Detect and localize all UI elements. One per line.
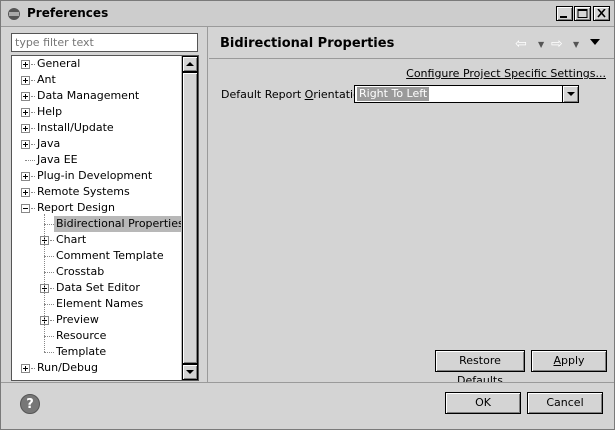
tree-item[interactable]: Plug-in Development: [12, 168, 182, 184]
scroll-thumb[interactable]: [182, 72, 198, 364]
tree-item[interactable]: Chart: [12, 232, 182, 248]
orientation-select[interactable]: Right To Left: [354, 85, 579, 103]
cancel-button[interactable]: Cancel: [527, 392, 603, 414]
tree-item[interactable]: Preview: [12, 312, 182, 328]
expand-icon[interactable]: [21, 140, 30, 149]
tree-item-label: Crosstab: [56, 265, 105, 278]
expand-icon[interactable]: [21, 76, 30, 85]
arrow-up-icon: [186, 62, 194, 66]
expand-icon[interactable]: [21, 124, 30, 133]
tree-connector: [44, 304, 54, 305]
tree-item-label: Chart: [56, 233, 87, 246]
back-dropdown-icon[interactable]: ▼: [538, 40, 544, 49]
tree-item[interactable]: Java: [12, 136, 182, 152]
tree-item-label: Java: [37, 137, 61, 150]
tree-item-label: Data Management: [37, 89, 140, 102]
close-icon: [597, 9, 606, 18]
left-pane: General Ant Data Management Help Install/Upd…: [1, 27, 208, 382]
tree-connector: [44, 214, 45, 352]
ok-button[interactable]: OK: [445, 392, 521, 414]
tree-item[interactable]: Remote Systems: [12, 184, 182, 200]
tree-connector: [44, 352, 54, 353]
window-title: Preferences: [27, 6, 109, 20]
tree-item-label: Install/Update: [37, 121, 114, 134]
chevron-down-icon[interactable]: [562, 86, 578, 102]
tree-item-label: Data Set Editor: [56, 281, 140, 294]
tree-connector: [44, 256, 54, 257]
forward-arrow-icon[interactable]: ⇨: [551, 36, 563, 52]
page-header: Bidirectional Properties ⇦ ▼ ⇨ ▼: [209, 27, 614, 59]
title-bar: Preferences: [1, 1, 614, 27]
minimize-button[interactable]: [556, 6, 573, 21]
expand-icon[interactable]: [21, 60, 30, 69]
scroll-up-button[interactable]: [182, 56, 198, 72]
filter-input[interactable]: [11, 33, 198, 52]
tree-connector: [44, 272, 54, 273]
tree-item-label: Element Names: [56, 297, 144, 310]
minimize-icon: [560, 16, 567, 18]
help-icon[interactable]: ?: [20, 394, 40, 414]
expand-icon[interactable]: [21, 364, 30, 373]
eclipse-icon: [8, 8, 20, 20]
tree-item-label: Template: [56, 345, 107, 358]
tree-item[interactable]: Bidirectional Properties: [12, 216, 186, 232]
tree-item[interactable]: Comment Template: [12, 248, 182, 264]
tree-item-label: Preview: [56, 313, 99, 326]
orientation-value: Right To Left: [357, 87, 430, 101]
tree-connector: [44, 336, 54, 337]
tree-item-label: Bidirectional Properties: [54, 216, 186, 232]
expand-icon[interactable]: [21, 92, 30, 101]
tree-item-label: Remote Systems: [37, 185, 130, 198]
forward-dropdown-icon[interactable]: ▼: [573, 40, 579, 49]
collapse-icon[interactable]: [21, 204, 30, 213]
tree-item[interactable]: Element Names: [12, 296, 182, 312]
tree-item[interactable]: Help: [12, 104, 182, 120]
back-arrow-icon[interactable]: ⇦: [515, 36, 527, 52]
tree-item-label: General: [37, 57, 81, 70]
preference-tree: General Ant Data Management Help Install/Upd…: [11, 55, 199, 381]
expand-icon[interactable]: [21, 108, 30, 117]
tree-item[interactable]: Install/Update: [12, 120, 182, 136]
tree-item-label: Run/Debug: [37, 361, 98, 374]
apply-button[interactable]: Apply: [531, 350, 607, 372]
tree-item-label: Resource: [56, 329, 107, 342]
expand-icon[interactable]: [21, 172, 30, 181]
tree-item[interactable]: Report Design: [12, 200, 182, 216]
close-button[interactable]: [593, 6, 610, 21]
tree-item-label: Comment Template: [56, 249, 164, 262]
page-title: Bidirectional Properties: [220, 36, 395, 51]
maximize-button[interactable]: [574, 6, 591, 21]
tree-item-label: Report Design: [37, 201, 115, 214]
tree-item[interactable]: Resource: [12, 328, 182, 344]
configure-project-link[interactable]: Configure Project Specific Settings...: [406, 67, 606, 80]
tree-item[interactable]: Data Management: [12, 88, 182, 104]
tree-item[interactable]: General: [12, 56, 182, 72]
tree-item-label: Java EE: [37, 153, 78, 166]
page-body: Configure Project Specific Settings... D…: [209, 60, 614, 387]
tree-connector: [44, 224, 54, 225]
tree-item[interactable]: Crosstab: [12, 264, 182, 280]
orientation-label: Default Report Orientation:: [221, 88, 371, 101]
tree-item-label: Ant: [37, 73, 56, 86]
scroll-down-button[interactable]: [182, 364, 198, 380]
tree-item[interactable]: Template: [12, 344, 182, 360]
tree-item[interactable]: Ant: [12, 72, 182, 88]
tree-item[interactable]: Data Set Editor: [12, 280, 182, 296]
tree-item-label: Plug-in Development: [37, 169, 153, 182]
maximize-icon: [577, 9, 588, 18]
restore-defaults-button[interactable]: Restore Defaults: [435, 350, 525, 387]
arrow-down-icon: [186, 370, 194, 374]
dialog-button-bar: ? OK Cancel: [1, 382, 614, 429]
tree-item[interactable]: Run/Debug: [12, 360, 182, 376]
tree-connector: [25, 160, 35, 161]
tree-rows: General Ant Data Management Help Install/Upd…: [12, 56, 186, 376]
preferences-dialog: Preferences General Ant Data Management Hel…: [0, 0, 615, 430]
tree-item-label: Help: [37, 105, 63, 118]
tree-item[interactable]: Java EE: [12, 152, 182, 168]
tree-scrollbar[interactable]: [181, 56, 198, 380]
view-menu-icon[interactable]: [590, 39, 600, 45]
expand-icon[interactable]: [21, 188, 30, 197]
